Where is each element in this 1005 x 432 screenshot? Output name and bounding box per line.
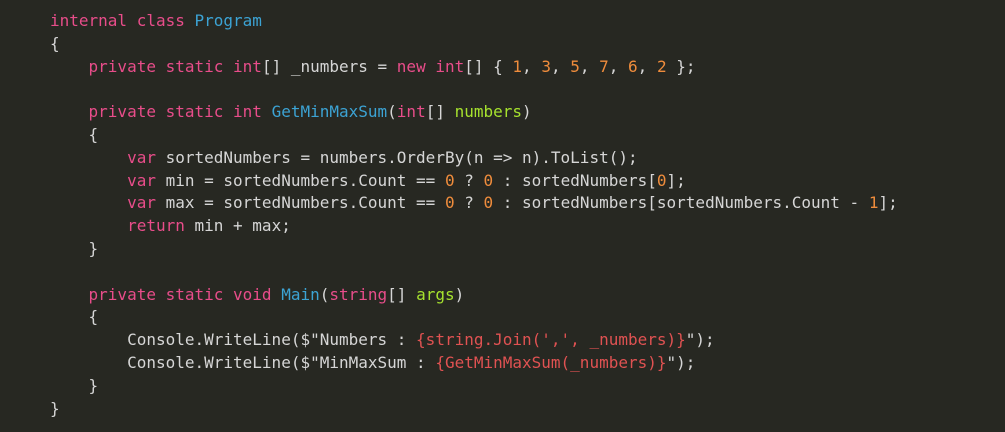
- code-token-keyword: int: [233, 102, 272, 122]
- code-line[interactable]: return min + max;: [0, 215, 1005, 238]
- code-token-default: min = sortedNumbers.Count ==: [165, 170, 445, 190]
- code-token-keyword: var: [50, 193, 166, 213]
- code-token-default: : sortedNumbers[: [493, 170, 657, 190]
- code-token-default: ];: [878, 193, 898, 213]
- code-line[interactable]: private static void Main(string[] args): [0, 284, 1005, 307]
- code-line[interactable]: }: [0, 398, 1005, 421]
- code-token-keyword: var: [50, 170, 166, 190]
- code-line[interactable]: [0, 261, 1005, 284]
- code-token-keyword: private static: [50, 284, 234, 304]
- code-line[interactable]: var min = sortedNumbers.Count == 0 ? 0 :…: [0, 170, 1005, 193]
- code-token-default: [] _numbers =: [261, 56, 397, 76]
- code-line[interactable]: Console.WriteLine($"Numbers : {string.Jo…: [0, 329, 1005, 352]
- code-token-type-name: Program: [194, 11, 262, 30]
- code-token-default: }: [50, 238, 99, 258]
- code-token-default: sortedNumbers = numbers.OrderBy(n => n).…: [165, 147, 638, 167]
- code-token-default: ];: [666, 170, 686, 190]
- code-line[interactable]: private static int GetMinMaxSum(int[] nu…: [0, 101, 1005, 124]
- code-token-keyword: string: [329, 284, 388, 304]
- code-token-keyword: private static: [50, 102, 234, 122]
- code-line[interactable]: {: [0, 124, 1005, 147]
- code-token-number: 2: [656, 56, 667, 76]
- code-line[interactable]: Console.WriteLine($"MinMaxSum : {GetMinM…: [0, 352, 1005, 375]
- code-token-parameter: numbers: [454, 102, 523, 122]
- code-token-default: max = sortedNumbers.Count ==: [165, 193, 445, 213]
- code-token-keyword: int: [396, 102, 426, 122]
- code-line[interactable]: var sortedNumbers = numbers.OrderBy(n =>…: [0, 147, 1005, 170]
- code-token-number: 0: [483, 170, 494, 190]
- code-token-default: (: [319, 284, 330, 304]
- code-token-keyword: void: [233, 284, 282, 304]
- code-token-keyword: int: [435, 56, 465, 76]
- code-line[interactable]: var max = sortedNumbers.Count == 0 ? 0 :…: [0, 192, 1005, 215]
- code-token-number: 3: [541, 56, 551, 76]
- code-token-default: []: [387, 284, 417, 304]
- code-token-keyword: return: [50, 216, 195, 236]
- code-token-default: (: [387, 102, 397, 122]
- code-token-number: 0: [444, 170, 455, 190]
- code-token-default: {: [50, 33, 60, 53]
- code-token-default: ,: [522, 56, 542, 76]
- code-line[interactable]: private static int[] _numbers = new int[…: [0, 56, 1005, 79]
- code-token-keyword: internal class: [50, 11, 195, 30]
- code-line[interactable]: }: [0, 238, 1005, 261]
- code-line[interactable]: {: [0, 306, 1005, 329]
- code-token-number: 1: [512, 56, 523, 76]
- code-token-default: ,: [550, 56, 571, 76]
- code-token-default: ,: [608, 56, 629, 76]
- code-lines: internal class Program{ private static i…: [0, 10, 1005, 420]
- code-token-keyword: new: [396, 56, 436, 76]
- code-editor[interactable]: internal class Program{ private static i…: [0, 0, 1005, 432]
- code-token-interpolation: {string.Join(',', _numbers)}: [416, 330, 686, 350]
- code-token-default: ,: [637, 56, 657, 76]
- code-token-parameter: args: [416, 284, 455, 304]
- code-token-default: }: [50, 375, 99, 395]
- code-token-default: ");: [666, 352, 696, 372]
- code-token-type-name: Main: [281, 284, 320, 304]
- code-token-default: {: [50, 307, 99, 327]
- code-token-number: 0: [483, 193, 494, 213]
- code-token-number: 0: [444, 193, 455, 213]
- code-token-number: 0: [656, 170, 667, 190]
- code-token-default: ): [522, 102, 532, 122]
- code-token-default: {: [50, 124, 99, 144]
- code-token-default: []: [425, 102, 455, 122]
- code-line[interactable]: internal class Program: [0, 10, 1005, 33]
- code-line[interactable]: [0, 78, 1005, 101]
- code-token-interpolation: {GetMinMaxSum(_numbers)}: [435, 352, 667, 372]
- code-token-default: [] {: [464, 56, 513, 76]
- code-token-default: ): [454, 284, 465, 304]
- code-token-default: : sortedNumbers[sortedNumbers.Count -: [493, 193, 869, 213]
- code-token-string: Console.WriteLine($"MinMaxSum :: [50, 352, 436, 372]
- code-token-type-name: GetMinMaxSum: [271, 102, 388, 122]
- code-token-keyword: int: [233, 56, 262, 76]
- code-token-keyword: private static: [50, 56, 234, 76]
- code-token-default: };: [666, 56, 696, 76]
- code-line[interactable]: }: [0, 375, 1005, 398]
- code-token-default: ");: [685, 330, 715, 350]
- code-token-default: ,: [579, 56, 600, 76]
- code-token-number: 5: [570, 56, 580, 76]
- code-token-default: ?: [454, 170, 484, 190]
- code-line[interactable]: {: [0, 33, 1005, 56]
- code-token-default: ?: [454, 193, 484, 213]
- code-token-keyword: var: [50, 147, 166, 167]
- code-token-number: 6: [628, 56, 638, 76]
- code-token-string: Console.WriteLine($"Numbers :: [50, 330, 417, 350]
- code-token-default: }: [50, 398, 60, 418]
- code-token-number: 7: [599, 56, 609, 76]
- code-token-default: min + max;: [194, 216, 291, 236]
